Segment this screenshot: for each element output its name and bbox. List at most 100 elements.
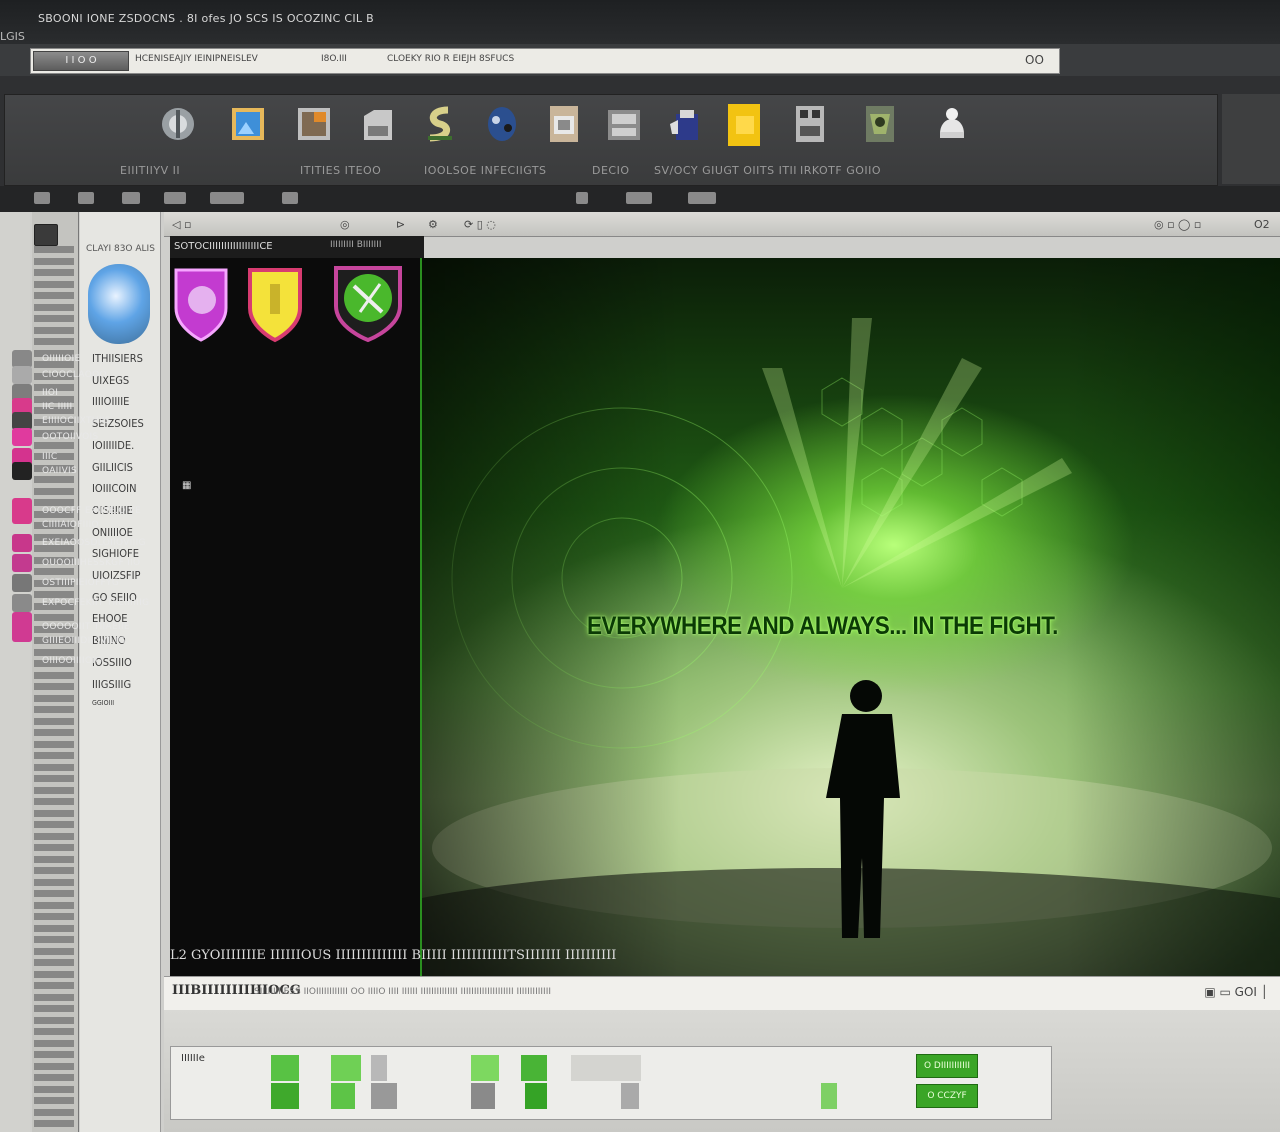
timeline-clip[interactable] xyxy=(271,1055,299,1081)
toolbar-label-2[interactable]: ITITIES ITEOO xyxy=(300,164,381,177)
menu-item-icon xyxy=(12,594,32,612)
viewer-status-icon[interactable]: ◎ ▫ ◯ ▫ xyxy=(1154,218,1201,231)
left-panel-thumbnail[interactable] xyxy=(88,264,150,344)
status-middle-text: SIIIIIIIIIESS IIOIIIIIIIIIIII OO IIIIO I… xyxy=(254,987,552,997)
mask-icon[interactable] xyxy=(482,102,522,146)
ruler-tick xyxy=(34,1028,74,1035)
menu-item[interactable]: EXEIAOOSDLOIIOVIIIG xyxy=(12,534,146,552)
left-panel-item[interactable]: ITHIISIERS xyxy=(92,352,143,365)
timeline-clip[interactable] xyxy=(571,1055,641,1081)
left-panel-item[interactable]: GIILIICIS xyxy=(92,461,133,474)
green-shield-icon[interactable] xyxy=(330,262,406,344)
timeline-clip[interactable] xyxy=(821,1083,837,1109)
menu-item[interactable]: OUOOIIIHESSKGF IIO xyxy=(12,554,140,572)
viewer-chrome-right[interactable]: O2 xyxy=(1254,218,1270,231)
address-field[interactable]: I I O O HCENISEAJIY IEINIPNEISLEV I8O.II… xyxy=(30,48,1060,74)
tool-dot-icon[interactable] xyxy=(576,192,588,204)
ruler-tick xyxy=(34,844,74,851)
menu-item-label: GIIIEOIIIDIIOVILIG xyxy=(42,636,126,646)
timeline-clip[interactable] xyxy=(371,1055,387,1081)
viewer-chrome: ◁ ▫ ◎ ⊳ ⚙ ⟳ ▯ ◌ ◎ ▫ ◯ ▫ O2 xyxy=(164,212,1280,237)
menu-item-icon xyxy=(12,366,32,384)
purple-shield-icon[interactable] xyxy=(172,262,230,344)
menu-item[interactable]: CIOOCLAOOO xyxy=(12,366,107,384)
menu-item[interactable]: GIIIEOIIIDIIOVILIG xyxy=(12,632,126,650)
window-title: SBOONI IONE ZSDOCNS . 8I ofes JO SCS IS … xyxy=(38,12,375,25)
menu-item-icon xyxy=(12,652,32,670)
folder-icon[interactable] xyxy=(358,102,398,146)
ruler-tick xyxy=(34,798,74,805)
yellow-shield-icon[interactable] xyxy=(246,262,304,344)
left-panel-item[interactable]: GGIOIII xyxy=(92,699,114,707)
ruler-tick xyxy=(34,269,74,276)
menu-item-label: CIOOCLAOOO xyxy=(42,370,107,380)
menu-separator-label: ▦ xyxy=(182,480,192,491)
tool-square-icon[interactable] xyxy=(282,192,298,204)
image-icon[interactable] xyxy=(228,102,268,146)
toolbar-label-3[interactable]: IOOLSOE INFECIIGTS xyxy=(424,164,547,177)
timeline-clip[interactable] xyxy=(521,1055,547,1081)
toolbar-label-4[interactable]: DECIO xyxy=(592,164,630,177)
status-right-controls[interactable]: ▣ ▭ GOI │ xyxy=(1204,985,1268,999)
window-icon[interactable] xyxy=(604,102,644,146)
bell-icon[interactable] xyxy=(932,102,972,146)
timeline-clip[interactable] xyxy=(525,1083,547,1109)
tool-film-icon[interactable] xyxy=(688,192,716,204)
timeline-clip[interactable] xyxy=(271,1083,299,1109)
timeline-green-clip[interactable]: O DIIIIIIIIIII xyxy=(916,1054,978,1078)
left-panel-item[interactable]: IOIIICOIN xyxy=(92,482,136,495)
serpent-icon[interactable] xyxy=(420,102,460,146)
timeline-green-clip[interactable]: O CCZYF xyxy=(916,1084,978,1108)
tool-ring-icon[interactable] xyxy=(78,192,94,204)
ruler-tick xyxy=(34,809,74,817)
address-chip-button[interactable]: I I O O xyxy=(33,51,129,71)
tool-bar-icon[interactable] xyxy=(210,192,244,204)
ruler-tick xyxy=(34,1005,74,1012)
menu-item[interactable]: CIIIIAIOFIIIO xyxy=(12,516,99,534)
menu-item[interactable]: OOTOIIVOIS xyxy=(12,428,99,446)
timeline-clip[interactable] xyxy=(331,1055,361,1081)
left-panel-item[interactable]: IIIIOIIIIE xyxy=(92,395,129,408)
tool-cursor-icon[interactable] xyxy=(122,192,140,204)
grid-icon[interactable] xyxy=(790,102,830,146)
menu-item[interactable]: OAIIVIS xyxy=(12,462,77,480)
timeline-clip[interactable] xyxy=(471,1083,495,1109)
ruler-tick xyxy=(34,280,74,288)
cup-icon[interactable] xyxy=(666,102,706,146)
ae-icon[interactable] xyxy=(158,102,198,146)
menu-item[interactable]: OIIIOOIIIIOIG xyxy=(12,652,102,670)
ruler-tick xyxy=(34,752,74,759)
timeline-clip[interactable] xyxy=(371,1083,397,1109)
menu-item[interactable]: OSTIIIPIEIOFFYG xyxy=(12,574,119,592)
left-panel-item[interactable]: IIIGSIIIG xyxy=(92,678,131,691)
tool-crop-icon[interactable] xyxy=(164,192,186,204)
slide-icon[interactable] xyxy=(544,102,584,146)
crest-icon[interactable] xyxy=(860,102,900,146)
yellow-box-icon[interactable] xyxy=(724,102,764,146)
viewer-settings-icon[interactable]: ⚙ xyxy=(428,218,438,231)
gutter-toggle-button[interactable] xyxy=(34,224,58,246)
timeline-clip[interactable] xyxy=(331,1083,355,1109)
title-bar: SBOONI IONE ZSDOCNS . 8I ofes JO SCS IS … xyxy=(0,0,1280,44)
address-end-button[interactable]: OO xyxy=(1025,53,1044,67)
toolbar-label-1[interactable]: EIIITIIYV II xyxy=(120,164,180,177)
ruler-tick xyxy=(34,890,74,897)
timeline-clip[interactable] xyxy=(471,1055,499,1081)
timeline-clip[interactable] xyxy=(621,1083,639,1109)
viewer-refresh-icon[interactable]: ⟳ ▯ ◌ xyxy=(464,218,496,231)
status-right-text: GOI xyxy=(1234,985,1257,999)
toolbar-label-6[interactable]: IRKOTF GOIIO xyxy=(800,164,881,177)
toolbar-label-5[interactable]: SV/OCY GIUGT OIITS ITII xyxy=(654,164,797,177)
ruler-tick xyxy=(34,257,74,265)
tool-frame-icon[interactable] xyxy=(626,192,652,204)
viewer-bookmark-icon[interactable]: ⊳ xyxy=(396,218,405,231)
viewer-zoom-icon[interactable]: ◎ xyxy=(340,218,350,231)
menu-item[interactable]: EXPOCFEKIIT TIIEIIIIIIG xyxy=(12,594,149,612)
ruler-tick xyxy=(34,982,74,989)
tool-eye-icon[interactable] xyxy=(34,192,50,204)
menu-item-icon xyxy=(12,462,32,480)
viewer-back-icon[interactable]: ◁ ▫ xyxy=(172,218,191,231)
ruler-tick xyxy=(34,1085,74,1093)
photo-icon[interactable] xyxy=(294,102,334,146)
ruler-tick xyxy=(34,924,74,932)
